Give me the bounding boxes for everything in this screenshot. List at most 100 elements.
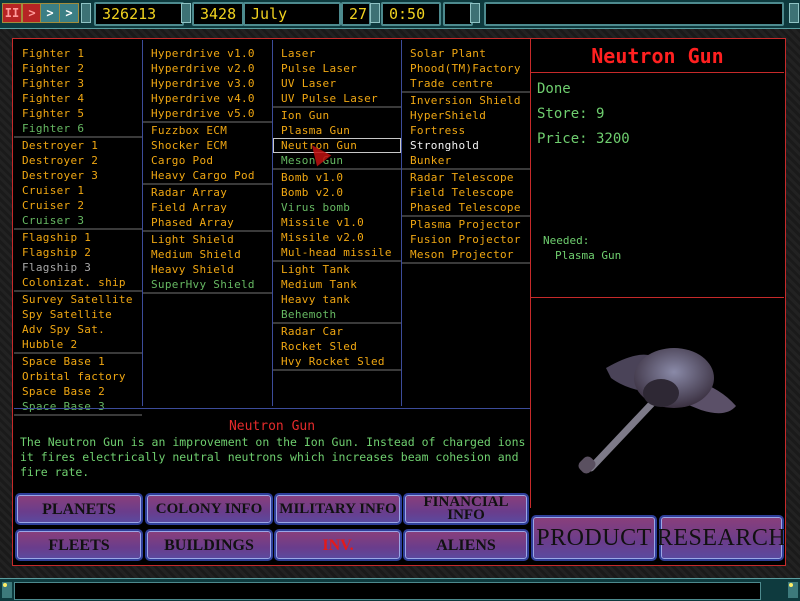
colony-info-button[interactable]: COLONY INFO (145, 493, 273, 525)
inventions-button[interactable]: INV. (274, 529, 402, 561)
invention-item[interactable]: Colonizat. ship (14, 275, 142, 290)
invention-item[interactable]: Cruiser 1 (14, 183, 142, 198)
invention-item[interactable]: Hyperdrive v5.0 (143, 106, 272, 121)
invention-item[interactable]: Phood(TM)Factory (402, 61, 530, 76)
invention-item[interactable]: Phased Array (143, 215, 272, 230)
invention-item[interactable]: Space Base 2 (14, 384, 142, 399)
invention-item[interactable]: Missile v1.0 (273, 215, 401, 230)
product-button[interactable]: PRODUCT (531, 515, 657, 561)
aliens-button[interactable]: ALIENS (403, 529, 529, 561)
invention-item[interactable]: Destroyer 1 (14, 138, 142, 153)
invention-item[interactable]: Fighter 6 (14, 121, 142, 136)
invention-item[interactable]: Inversion Shield (402, 93, 530, 108)
invention-item[interactable]: Behemoth (273, 307, 401, 322)
invention-item[interactable]: Hvy Rocket Sled (273, 354, 401, 369)
invention-item[interactable]: Bomb v2.0 (273, 185, 401, 200)
invention-item[interactable]: Trade centre (402, 76, 530, 91)
invention-item[interactable]: SuperHvy Shield (143, 277, 272, 292)
invention-item[interactable]: Space Base 1 (14, 354, 142, 369)
invention-item[interactable]: UV Pulse Laser (273, 91, 401, 106)
invention-item[interactable]: Field Telescope (402, 185, 530, 200)
invention-item[interactable]: Flagship 1 (14, 230, 142, 245)
invention-item[interactable]: Light Shield (143, 232, 272, 247)
invention-item[interactable]: Cruiser 3 (14, 213, 142, 228)
invention-item[interactable]: Hyperdrive v4.0 (143, 91, 272, 106)
invention-item[interactable]: Hyperdrive v2.0 (143, 61, 272, 76)
invention-columns: Fighter 1 Fighter 2 Fighter 3 Fighter 4 Figh… (14, 40, 530, 416)
buildings-button[interactable]: BUILDINGS (145, 529, 273, 561)
invention-group: Hyperdrive v1.0 Hyperdrive v2.0 Hyperdrive… (143, 40, 272, 123)
invention-item[interactable]: Meson Gun (273, 153, 401, 168)
bar-knob (370, 3, 380, 23)
invention-item[interactable]: Medium Tank (273, 277, 401, 292)
invention-item[interactable]: Flagship 2 (14, 245, 142, 260)
invention-item[interactable]: Field Array (143, 200, 272, 215)
year-display: 3428 (192, 2, 244, 26)
fastest-forward-button[interactable]: > (59, 3, 79, 23)
invention-item[interactable]: Medium Shield (143, 247, 272, 262)
invention-item[interactable]: Heavy Shield (143, 262, 272, 277)
invention-item[interactable]: Fortress (402, 123, 530, 138)
invention-item[interactable]: Plasma Gun (273, 123, 401, 138)
invention-item[interactable]: Radar Car (273, 324, 401, 339)
invention-item[interactable]: Missile v2.0 (273, 230, 401, 245)
invention-item[interactable]: Hubble 2 (14, 337, 142, 352)
invention-item[interactable]: Adv Spy Sat. (14, 322, 142, 337)
invention-item[interactable]: Virus bomb (273, 200, 401, 215)
credits-display: 326213 (94, 2, 184, 26)
research-button[interactable]: RESEARCH (657, 515, 786, 561)
detail-status: Done (537, 81, 571, 97)
invention-item[interactable]: Orbital factory (14, 369, 142, 384)
invention-item[interactable]: Phased Telescope (402, 200, 530, 215)
fast-forward-icon: > (46, 6, 54, 20)
invention-item[interactable]: Laser (273, 46, 401, 61)
invention-item[interactable]: Destroyer 2 (14, 153, 142, 168)
invention-item[interactable]: Fighter 4 (14, 91, 142, 106)
invention-item[interactable]: Pulse Laser (273, 61, 401, 76)
invention-item[interactable]: Fuzzbox ECM (143, 123, 272, 138)
invention-item[interactable]: Cruiser 2 (14, 198, 142, 213)
invention-item[interactable]: Spy Satellite (14, 307, 142, 322)
invention-item[interactable]: Fighter 2 (14, 61, 142, 76)
invention-item[interactable]: Survey Satellite (14, 292, 142, 307)
invention-item[interactable]: Bomb v1.0 (273, 170, 401, 185)
invention-item[interactable]: Fusion Projector (402, 232, 530, 247)
message-display (484, 2, 784, 26)
invention-item[interactable]: Shocker ECM (143, 138, 272, 153)
invention-item[interactable]: Plasma Projector (402, 217, 530, 232)
invention-item[interactable]: Fighter 5 (14, 106, 142, 121)
invention-item[interactable]: Solar Plant (402, 46, 530, 61)
invention-group: Bomb v1.0 Bomb v2.0 Virus bomb Missile v1.0… (273, 170, 401, 262)
invention-item[interactable]: Radar Array (143, 185, 272, 200)
invention-item[interactable]: Flagship 3 (14, 260, 142, 275)
invention-item[interactable]: Light Tank (273, 262, 401, 277)
invention-item[interactable]: Radar Telescope (402, 170, 530, 185)
invention-item[interactable]: Meson Projector (402, 247, 530, 262)
pause-button[interactable]: II (2, 3, 22, 23)
invention-item[interactable]: UV Laser (273, 76, 401, 91)
invention-item[interactable]: Cargo Pod (143, 153, 272, 168)
invention-group: Ion Gun Plasma Gun Neutron Gun Meson Gun (273, 108, 401, 170)
invention-item[interactable]: Rocket Sled (273, 339, 401, 354)
military-info-button[interactable]: MILITARY INFO (274, 493, 402, 525)
financial-info-button[interactable]: FINANCIAL INFO (403, 493, 529, 525)
invention-item[interactable]: Fighter 3 (14, 76, 142, 91)
invention-item[interactable]: Hyperdrive v3.0 (143, 76, 272, 91)
invention-item[interactable]: Stronghold (402, 138, 530, 153)
invention-item[interactable]: Destroyer 3 (14, 168, 142, 183)
invention-item[interactable]: Heavy Cargo Pod (143, 168, 272, 183)
invention-item[interactable]: Bunker (402, 153, 530, 168)
invention-item[interactable]: HyperShield (402, 108, 530, 123)
invention-group: Flagship 1 Flagship 2 Flagship 3 Colonizat.… (14, 230, 142, 292)
needed-section: Needed: Plasma Gun (543, 233, 621, 263)
planets-button[interactable]: PLANETS (15, 493, 143, 525)
invention-item[interactable]: Fighter 1 (14, 46, 142, 61)
invention-item-selected[interactable]: Neutron Gun (273, 138, 401, 153)
invention-item[interactable]: Ion Gun (273, 108, 401, 123)
fast-forward-button[interactable]: > (40, 3, 60, 23)
fleets-button[interactable]: FLEETS (15, 529, 143, 561)
invention-item[interactable]: Hyperdrive v1.0 (143, 46, 272, 61)
invention-item[interactable]: Heavy tank (273, 292, 401, 307)
play-button[interactable]: > (22, 3, 42, 23)
invention-item[interactable]: Mul-head missile (273, 245, 401, 260)
